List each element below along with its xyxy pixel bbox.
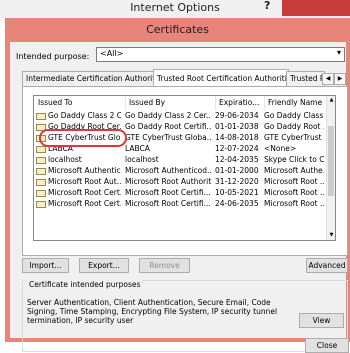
certificate-icon	[36, 200, 46, 208]
intended-purpose-value: <All>	[100, 49, 124, 58]
column-header-issued-by[interactable]: Issued By	[125, 96, 216, 110]
chevron-down-icon: ▾	[336, 48, 341, 57]
vertical-scroll-thumb[interactable]	[328, 126, 334, 196]
cell-expiration: 10-05-2021	[215, 188, 259, 197]
cell-expiration: 12-07-2024	[215, 144, 259, 153]
background-close-button[interactable]	[282, 0, 350, 16]
cell-friendly-name: Microsoft Root ...	[264, 199, 324, 208]
background-window-titlebar: Internet Options ?	[0, 0, 350, 20]
cell-friendly-name: <None>	[264, 144, 297, 153]
advanced-button[interactable]: Advanced	[306, 258, 348, 273]
cell-expiration: 12-04-2035	[215, 155, 259, 164]
dialog-title: Certificates	[146, 23, 209, 36]
dialog-client-area: Intended purpose: <All> ▾ Intermediate C…	[10, 42, 349, 353]
column-header-friendly-name[interactable]: Friendly Name	[264, 96, 329, 110]
cell-issued-by: Microsoft Root Authority	[125, 177, 211, 186]
intended-purposes-title: Certificate intended purposes	[27, 280, 143, 289]
cell-expiration: 01-01-2038	[215, 122, 259, 131]
cell-issued-to: localhost	[36, 154, 121, 165]
cell-issued-by: Microsoft Root Certifi...	[125, 188, 211, 197]
export-button[interactable]: Export...	[79, 258, 129, 273]
remove-button[interactable]: Remove	[139, 258, 190, 273]
intended-purpose-label: Intended purpose:	[16, 52, 90, 61]
cell-expiration: 14-08-2018	[215, 133, 259, 142]
tab-trusted-root-ca[interactable]: Trusted Root Certification Authorities	[153, 69, 289, 87]
certificate-icon	[36, 189, 46, 197]
cell-issued-by: Microsoft Root Certifi...	[125, 199, 211, 208]
certificate-list[interactable]: Issued To Issued By Expiratio... Friendl…	[33, 95, 336, 241]
cell-friendly-name: Go Daddy Class ...	[264, 111, 324, 120]
help-button[interactable]: ?	[264, 0, 270, 12]
intended-purposes-text: Server Authentication, Client Authentica…	[27, 298, 278, 325]
tab-scroll-buttons: ◀ ▶	[322, 73, 346, 85]
cell-expiration: 31-12-2020	[215, 177, 259, 186]
cell-issued-by: Microsoft Authenticod...	[125, 166, 211, 175]
table-row[interactable]: localhost localhost 12-04-2035 Skype Cli…	[34, 154, 326, 165]
cell-expiration: 29-06-2034	[215, 111, 259, 120]
cell-friendly-name: Skype Click to Call	[264, 155, 324, 164]
highlight-ring	[39, 129, 127, 147]
tab-scroll-left-icon[interactable]: ◀	[322, 73, 334, 85]
table-row[interactable]: Microsoft Authentic... Microsoft Authent…	[34, 165, 326, 176]
table-row[interactable]: Microsoft Root Cert... Microsoft Root Ce…	[34, 198, 326, 209]
cell-expiration: 24-06-2035	[215, 199, 259, 208]
certificate-icon	[36, 167, 46, 175]
certificate-icon	[36, 178, 46, 186]
cell-issued-to: Microsoft Root Aut...	[36, 176, 121, 187]
scroll-down-icon[interactable]: ▼	[327, 231, 335, 240]
cell-expiration: 01-01-2000	[215, 166, 259, 175]
tab-intermediate-ca[interactable]: Intermediate Certification Authorities	[22, 71, 155, 86]
cell-friendly-name: GTE CyberTrust ...	[264, 133, 324, 142]
cell-friendly-name: Go Daddy Root ...	[264, 122, 324, 131]
cell-issued-to: Microsoft Root Cert...	[36, 198, 121, 209]
view-button[interactable]: View	[299, 313, 344, 328]
cell-issued-to: Go Daddy Class 2 C...	[36, 110, 121, 121]
cell-issued-by: GTE CyberTrust Globa...	[125, 133, 211, 142]
tab-scroll-right-icon[interactable]: ▶	[334, 73, 346, 85]
tab-trusted-publishers[interactable]: Trusted Publi	[286, 71, 325, 86]
cell-issued-by: LABCA	[125, 144, 150, 153]
column-header-expiration[interactable]: Expiratio...	[215, 96, 265, 110]
horizontal-scrollbar[interactable]: ◀ ▶	[34, 240, 335, 241]
cell-issued-to: Microsoft Root Cert...	[36, 187, 121, 198]
intended-purpose-select[interactable]: <All> ▾	[96, 47, 345, 62]
certificates-dialog: Certificates Intended purpose: <All> ▾ I…	[5, 18, 350, 353]
background-window-title: Internet Options	[130, 1, 220, 14]
certificate-icon	[36, 156, 46, 164]
table-row[interactable]: Microsoft Root Cert... Microsoft Root Ce…	[34, 187, 326, 198]
tab-page: Issued To Issued By Expiratio... Friendl…	[22, 86, 348, 256]
cell-friendly-name: Microsoft Authe...	[264, 166, 324, 175]
table-row[interactable]: Go Daddy Class 2 C... Go Daddy Class 2 C…	[34, 110, 326, 121]
cell-issued-by: Go Daddy Class 2 Cer...	[125, 111, 211, 120]
table-row[interactable]: Microsoft Root Aut... Microsoft Root Aut…	[34, 176, 326, 187]
vertical-scrollbar[interactable]: ▲ ▼	[326, 96, 335, 240]
cell-issued-by: Go Daddy Root Certifi...	[125, 122, 211, 131]
scroll-up-icon[interactable]: ▲	[327, 96, 335, 105]
import-button[interactable]: Import...	[22, 258, 69, 273]
cell-issued-by: localhost	[125, 155, 159, 164]
column-header-issued-to[interactable]: Issued To	[34, 96, 126, 110]
cell-friendly-name: Microsoft Root ...	[264, 177, 324, 186]
dialog-titlebar[interactable]: Certificates	[5, 18, 350, 42]
cell-issued-to: Microsoft Authentic...	[36, 165, 121, 176]
intended-purposes-group: Certificate intended purposes Server Aut…	[22, 280, 348, 352]
close-button[interactable]: Close	[305, 338, 349, 353]
certificate-icon	[36, 112, 46, 120]
cell-friendly-name: Microsoft Root ...	[264, 188, 324, 197]
